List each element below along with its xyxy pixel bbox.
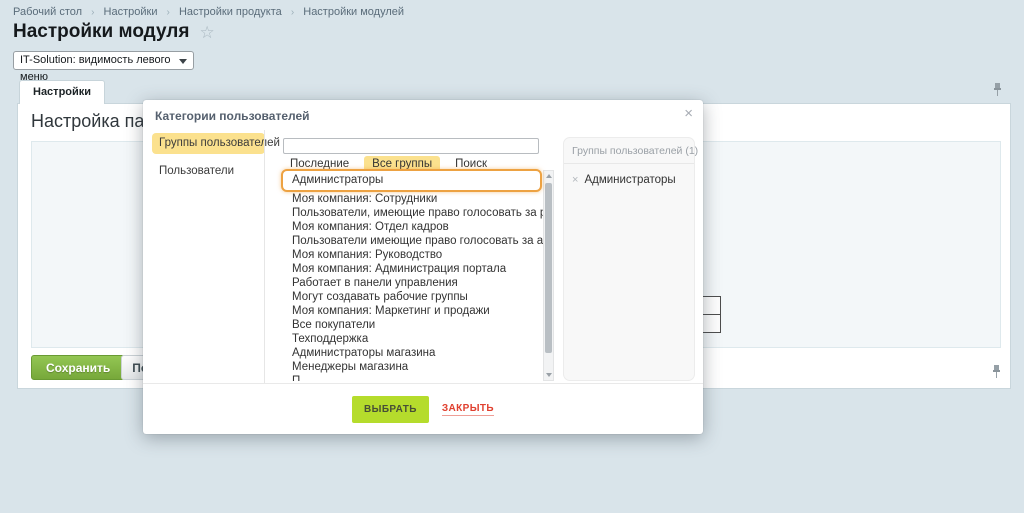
list-item[interactable]: Техподдержка [281, 332, 543, 346]
list-item[interactable]: Моя компания: Сотрудники [281, 192, 543, 206]
scrollbar-thumb[interactable] [545, 183, 552, 353]
breadcrumb: Рабочий стол › Настройки › Настройки про… [13, 6, 404, 18]
breadcrumb-link-product-settings[interactable]: Настройки продукта [179, 6, 282, 18]
pushpin-icon [992, 82, 1003, 97]
list-item[interactable]: Моя компания: Маркетинг и продажи [281, 304, 543, 318]
selected-chip: × Администраторы [564, 164, 694, 186]
list-item[interactable]: Работает в панели управления [281, 276, 543, 290]
page-title: Настройки модуля [13, 21, 189, 43]
remove-icon[interactable]: × [572, 175, 578, 186]
scroll-down-icon[interactable] [544, 370, 553, 380]
pin-icon-top[interactable] [992, 82, 1003, 102]
module-select[interactable]: IT-Solution: видимость левого меню [13, 51, 194, 70]
module-select-value: IT-Solution: видимость левого меню [20, 54, 171, 83]
pin-icon-bottom[interactable] [991, 364, 1002, 384]
scroll-up-icon[interactable] [544, 171, 553, 181]
breadcrumb-link-desktop[interactable]: Рабочий стол [13, 6, 82, 18]
sidebar-item-user-groups[interactable]: Группы пользователей [152, 133, 265, 154]
sidebar-item-users[interactable]: Пользователи [152, 161, 265, 182]
scrollbar[interactable] [543, 170, 554, 381]
list-item[interactable]: Моя компания: Отдел кадров [281, 220, 543, 234]
breadcrumb-separator: › [167, 7, 170, 18]
title-row: Настройки модуля ☆ [13, 21, 215, 43]
list-item-selected[interactable]: Администраторы [281, 169, 542, 192]
list-item[interactable]: Все покупатели [281, 318, 543, 332]
user-categories-modal: Категории пользователей × Группы пользов… [143, 100, 703, 434]
page: Рабочий стол › Настройки › Настройки про… [0, 0, 1024, 513]
breadcrumb-link-settings[interactable]: Настройки [104, 6, 158, 18]
selected-chip-label: Администраторы [584, 174, 675, 186]
list-item[interactable]: Моя компания: Руководство [281, 248, 543, 262]
list-item[interactable]: Администраторы магазина [281, 346, 543, 360]
tab-settings[interactable]: Настройки [19, 80, 105, 104]
breadcrumb-separator: › [291, 7, 294, 18]
list-item[interactable]: Пользователи имеющие право голосовать за… [281, 234, 543, 248]
modal-title: Категории пользователей [155, 109, 310, 123]
list-item[interactable]: Менеджеры магазина [281, 360, 543, 374]
favorite-star-icon[interactable]: ☆ [199, 24, 214, 41]
select-button[interactable]: ВЫБРАТЬ [352, 396, 429, 423]
list-item-clipped[interactable]: П [281, 374, 543, 381]
selected-panel-header: Группы пользователей (1) [564, 138, 694, 164]
search-input[interactable] [283, 138, 539, 154]
pushpin-icon [991, 364, 1002, 379]
modal-footer: ВЫБРАТЬ ЗАКРЫТЬ [143, 384, 703, 434]
chevron-down-icon [179, 59, 187, 64]
selected-panel: Группы пользователей (1) × Администратор… [563, 137, 695, 381]
list-item[interactable]: Моя компания: Администрация портала [281, 262, 543, 276]
breadcrumb-separator: › [91, 7, 94, 18]
breadcrumb-link-module-settings[interactable]: Настройки модулей [303, 6, 404, 18]
groups-list: Моя компания: Сотрудники Пользователи, и… [281, 192, 543, 381]
save-button[interactable]: Сохранить [31, 355, 125, 380]
modal-divider [264, 130, 265, 383]
close-icon[interactable]: × [684, 106, 693, 121]
list-item[interactable]: Могут создавать рабочие группы [281, 290, 543, 304]
list-item[interactable]: Пользователи, имеющие право голосовать з… [281, 206, 543, 220]
close-button[interactable]: ЗАКРЫТЬ [442, 403, 494, 416]
